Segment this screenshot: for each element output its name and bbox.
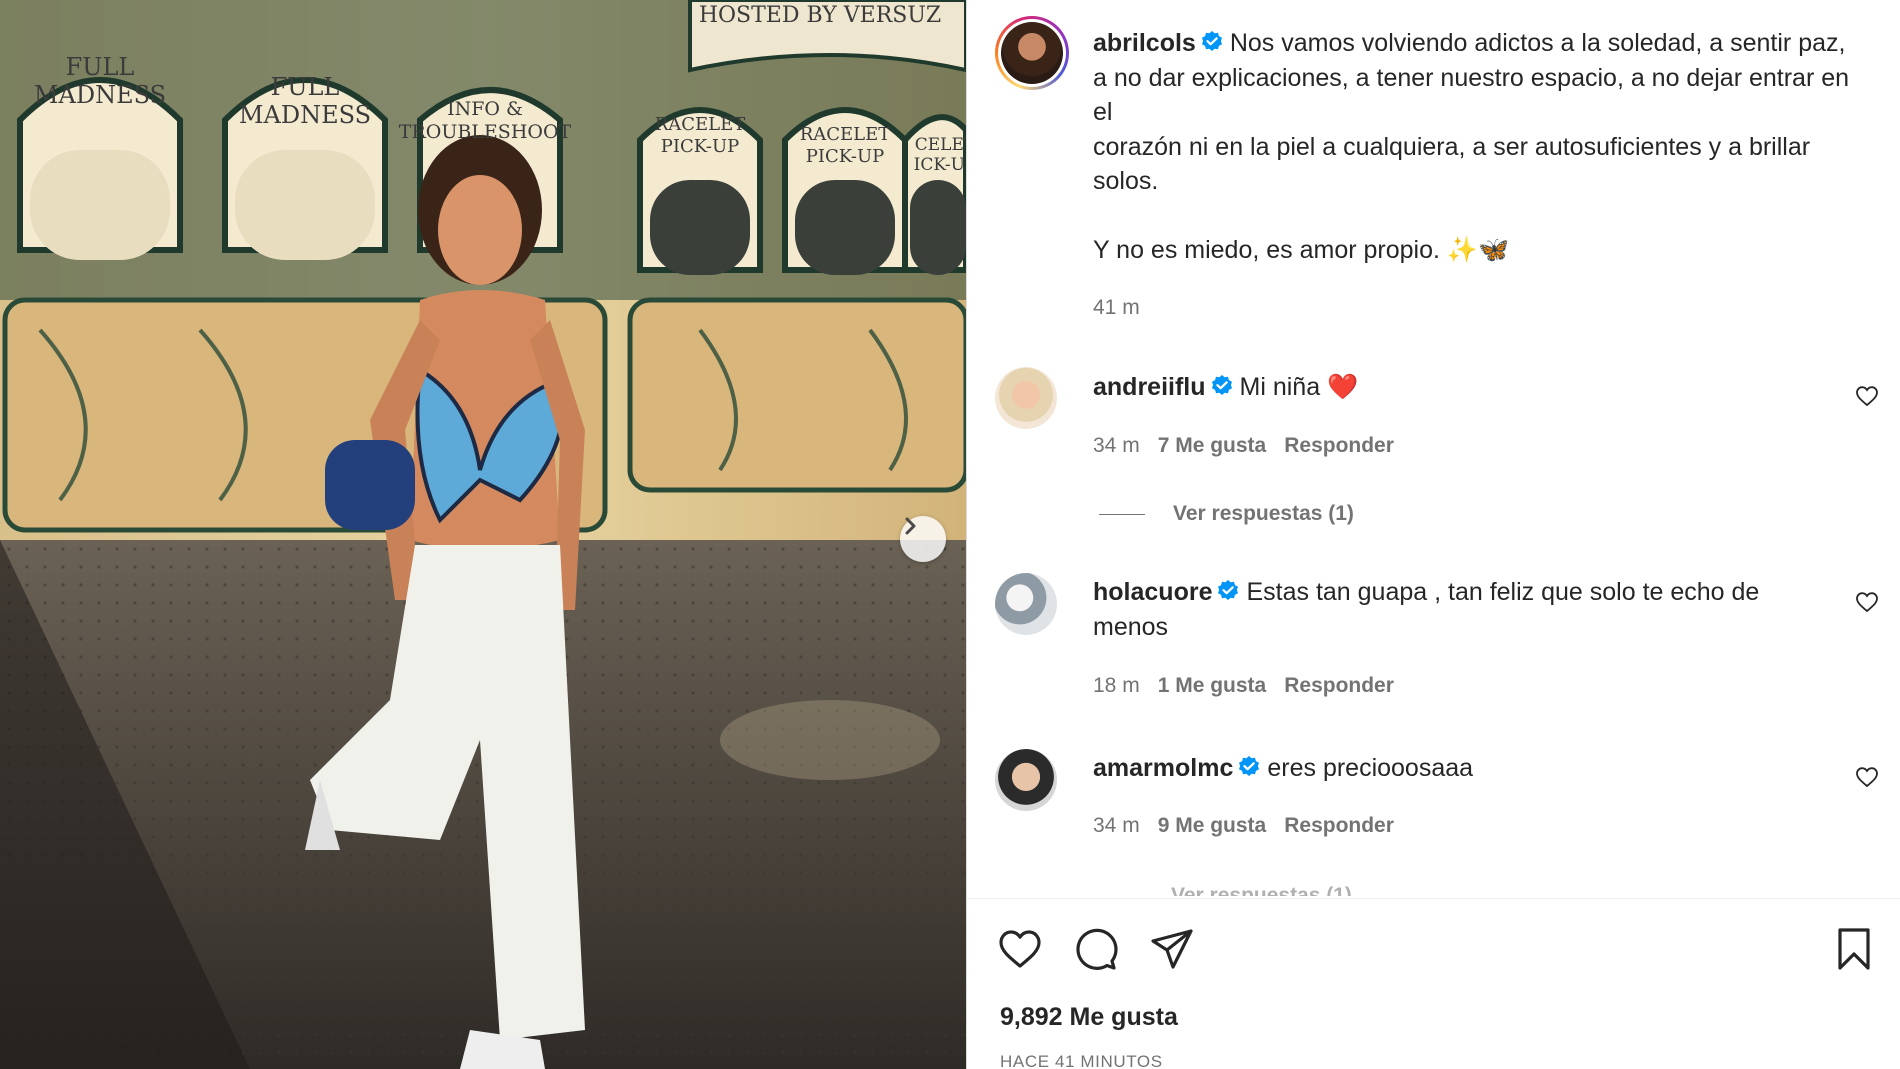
actions-divider (967, 898, 1900, 899)
next-image-button[interactable] (900, 516, 946, 562)
comment-time[interactable]: 34 m (1093, 814, 1140, 837)
verified-badge-icon (1201, 31, 1222, 51)
comment-username[interactable]: holacuore (1093, 578, 1212, 606)
author-username[interactable]: abrilcols (1093, 29, 1196, 57)
likes-count[interactable]: 9,892 Me gusta (1000, 1003, 1178, 1032)
comment-time[interactable]: 18 m (1093, 674, 1140, 697)
comment-3: amarmolmc eres preciooosaaa (1093, 751, 1803, 786)
comment-meta: 34 m 9 Me gusta Responder (1093, 814, 1394, 838)
post-timestamp[interactable]: HACE 41 MINUTOS (1000, 1052, 1163, 1069)
comment-likes[interactable]: 7 Me gusta (1158, 434, 1267, 457)
sign-bracelet-2: RACELET (800, 124, 891, 145)
chevron-right-icon (905, 517, 916, 535)
svg-text:PICK-UP: PICK-UP (806, 146, 885, 167)
share-icon[interactable] (1149, 926, 1195, 972)
svg-text:PICK-UP: PICK-UP (661, 136, 740, 157)
comment-text: Mi niña ❤️ (1239, 373, 1359, 401)
sign-full-madness-2: FULL (271, 73, 340, 101)
comment-avatar[interactable] (995, 573, 1057, 635)
svg-text:MADNESS: MADNESS (34, 81, 166, 109)
bookmark-icon[interactable] (1831, 926, 1877, 972)
caption-line-3 (1093, 199, 1863, 233)
comment-meta: 18 m 1 Me gusta Responder (1093, 674, 1394, 698)
comment-username[interactable]: amarmolmc (1093, 754, 1233, 782)
comment-username[interactable]: andreiiflu (1093, 373, 1206, 401)
comment-text: eres preciooosaaa (1267, 754, 1474, 782)
banner-hosted-by: HOSTED BY VERSUZ (699, 3, 941, 28)
sign-bracelet-3: CELET (915, 135, 966, 155)
sign-info: INFO & (447, 98, 523, 120)
post-details-panel: abrilcols Nos vamos volviendo adictos a l… (966, 0, 1900, 1069)
comment-likes[interactable]: 9 Me gusta (1158, 814, 1267, 837)
svg-text:TROUBLESHOOT: TROUBLESHOOT (399, 121, 572, 143)
comment-like-heart-icon[interactable] (1855, 590, 1879, 614)
reply-button[interactable]: Responder (1284, 434, 1394, 457)
comment-like-heart-icon[interactable] (1855, 765, 1879, 789)
verified-badge-icon (1211, 375, 1232, 395)
comment-avatar[interactable] (995, 749, 1057, 811)
post-media[interactable]: FULL MADNESS FULL MADNESS INFO & TROUBLE… (0, 0, 966, 1069)
comment-icon[interactable] (1073, 926, 1119, 972)
caption-line-4: Y no es miedo, es amor propio. ✨🦋 (1093, 235, 1510, 264)
comment-likes[interactable]: 1 Me gusta (1158, 674, 1267, 697)
comment-2: holacuore Estas tan guapa , tan feliz que… (1093, 575, 1803, 645)
author-avatar[interactable] (995, 16, 1069, 90)
comment-meta: 34 m 7 Me gusta Responder (1093, 434, 1394, 458)
reply-button[interactable]: Responder (1284, 674, 1394, 697)
replies-divider-line (1099, 513, 1145, 515)
sign-bracelet-1: RACELET (655, 114, 746, 135)
comment-avatar[interactable] (995, 367, 1057, 429)
svg-text:ICK-UP: ICK-UP (914, 155, 966, 175)
post-photo: FULL MADNESS FULL MADNESS INFO & TROUBLE… (0, 0, 966, 1069)
verified-badge-icon (1239, 756, 1260, 776)
svg-text:MADNESS: MADNESS (239, 101, 371, 129)
view-replies-button[interactable]: Ver respuestas (1) (1099, 502, 1354, 526)
post-time[interactable]: 41 m (1093, 296, 1140, 320)
view-replies-label: Ver respuestas (1) (1173, 502, 1354, 525)
comment-1: andreiiflu Mi niña ❤️ (1093, 370, 1803, 405)
sign-full-madness-1: FULL (66, 53, 135, 81)
comment-time[interactable]: 34 m (1093, 434, 1140, 457)
verified-badge-icon (1218, 580, 1239, 600)
comment-like-heart-icon[interactable] (1855, 384, 1879, 408)
caption-line-2: corazón ni en la piel a cualquiera, a se… (1093, 132, 1811, 196)
reply-button[interactable]: Responder (1284, 814, 1394, 837)
post-caption: abrilcols Nos vamos volviendo adictos a l… (1093, 26, 1863, 267)
heart-icon[interactable] (997, 926, 1043, 972)
view-replies-partial[interactable]: Ver respuestas (1) (1171, 884, 1352, 896)
